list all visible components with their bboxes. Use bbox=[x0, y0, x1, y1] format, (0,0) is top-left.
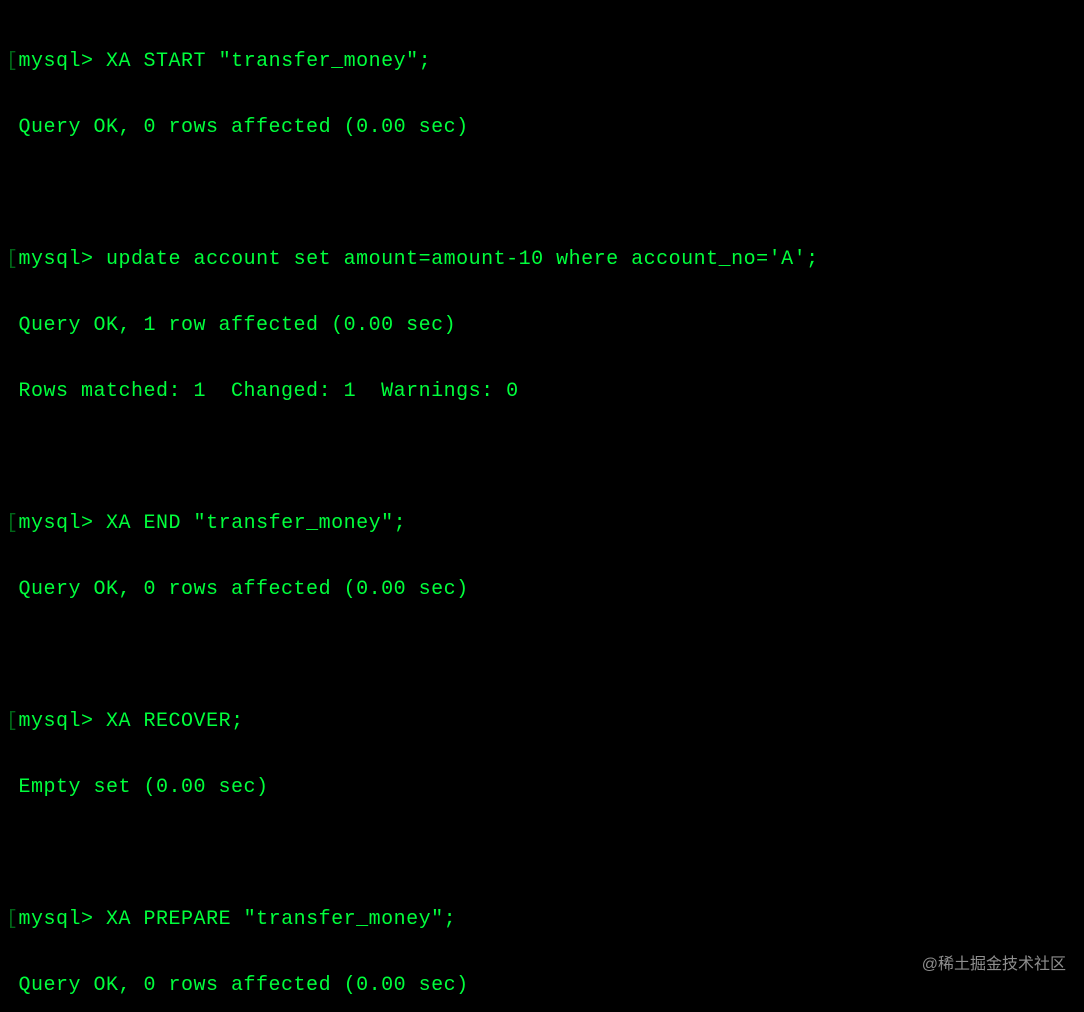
output-line: Query OK, 0 rows affected (0.00 sec) bbox=[6, 573, 1072, 606]
bracket-icon: [ bbox=[6, 908, 19, 931]
output-line: Rows matched: 1 Changed: 1 Warnings: 0 bbox=[6, 375, 1072, 408]
blank-line bbox=[6, 639, 1072, 672]
command: update account set amount=amount-10 wher… bbox=[106, 248, 819, 271]
command: XA RECOVER; bbox=[106, 710, 244, 733]
command: XA PREPARE "transfer_money"; bbox=[106, 908, 456, 931]
prompt-line[interactable]: [mysql> XA RECOVER; bbox=[6, 705, 1072, 738]
prompt: mysql> bbox=[19, 248, 94, 271]
prompt-line[interactable]: [mysql> XA END "transfer_money"; bbox=[6, 507, 1072, 540]
blank-line bbox=[6, 837, 1072, 870]
prompt-line[interactable]: [mysql> XA START "transfer_money"; bbox=[6, 45, 1072, 78]
command: XA END "transfer_money"; bbox=[106, 512, 406, 535]
prompt: mysql> bbox=[19, 512, 94, 535]
prompt: mysql> bbox=[19, 710, 94, 733]
bracket-icon: [ bbox=[6, 248, 19, 271]
command: XA START "transfer_money"; bbox=[106, 50, 431, 73]
prompt-line[interactable]: [mysql> update account set amount=amount… bbox=[6, 243, 1072, 276]
blank-line bbox=[6, 177, 1072, 210]
prompt: mysql> bbox=[19, 908, 94, 931]
output-line: Empty set (0.00 sec) bbox=[6, 771, 1072, 804]
bracket-icon: [ bbox=[6, 710, 19, 733]
bracket-icon: [ bbox=[6, 512, 19, 535]
watermark-text: @稀土掘金技术社区 bbox=[922, 952, 1066, 978]
prompt-line[interactable]: [mysql> XA PREPARE "transfer_money"; bbox=[6, 903, 1072, 936]
blank-line bbox=[6, 441, 1072, 474]
output-line: Query OK, 0 rows affected (0.00 sec) bbox=[6, 111, 1072, 144]
bracket-icon: [ bbox=[6, 50, 19, 73]
prompt: mysql> bbox=[19, 50, 94, 73]
output-line: Query OK, 1 row affected (0.00 sec) bbox=[6, 309, 1072, 342]
output-line: Query OK, 0 rows affected (0.00 sec) bbox=[6, 969, 1072, 1002]
terminal-output: [mysql> XA START "transfer_money"; Query… bbox=[0, 0, 1084, 1012]
